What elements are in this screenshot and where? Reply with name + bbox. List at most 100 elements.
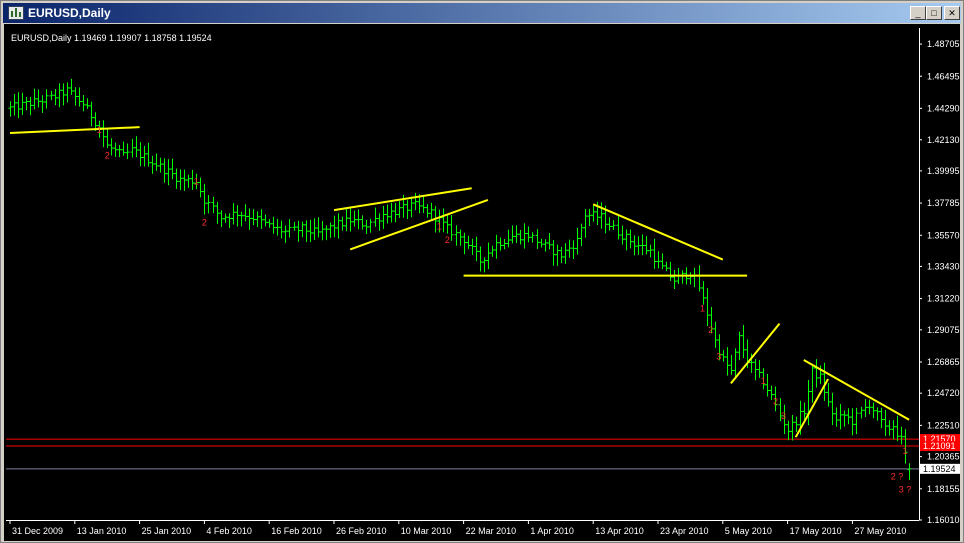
- ohlc-bar: [77, 87, 82, 107]
- ohlc-bar: [324, 225, 329, 241]
- ohlc-bar: [61, 83, 66, 106]
- ohlc-bar: [652, 238, 657, 269]
- ohlc-bar: [668, 261, 673, 281]
- wave-marker: 1: [903, 446, 908, 456]
- date-label: 23 Apr 2010: [660, 526, 709, 536]
- ohlc-bar: [308, 219, 313, 243]
- ohlc-bar: [292, 221, 297, 231]
- ohlc-bar: [826, 383, 831, 407]
- price-tag-label: 1.21091: [923, 441, 956, 451]
- ohlc-bar: [838, 404, 843, 430]
- ohlc-bar: [287, 219, 292, 238]
- ohlc-bar: [397, 201, 402, 218]
- ohlc-bar: [101, 120, 106, 148]
- wave-marker: 2: [202, 218, 207, 228]
- date-label: 31 Dec 2009: [12, 526, 63, 536]
- ohlc-bar: [656, 251, 661, 269]
- ohlc-bar: [794, 416, 799, 432]
- chart-canvas[interactable]: EURUSD,Daily 1.19469 1.19907 1.18758 1.1…: [4, 24, 960, 541]
- ohlc-bar: [522, 223, 527, 249]
- ohlc-bar: [130, 138, 135, 158]
- ohlc-bar: [854, 408, 859, 435]
- ohlc-bar: [620, 225, 625, 245]
- ohlc-bar: [790, 415, 795, 441]
- price-label: 1.26865: [927, 357, 960, 367]
- minimize-button[interactable]: _: [910, 6, 926, 20]
- ohlc-bar: [312, 218, 317, 240]
- ohlc-bar: [644, 236, 649, 255]
- ohlc-bar: [571, 240, 576, 259]
- ohlc-bar: [636, 236, 641, 255]
- ohlc-bar: [616, 215, 621, 240]
- wave-marker: 1: [761, 376, 766, 386]
- date-label: 16 Feb 2010: [271, 526, 322, 536]
- ohlc-bar: [206, 195, 211, 214]
- ohlc-bar: [170, 158, 175, 180]
- ohlc-bar: [28, 96, 33, 116]
- ohlc-bar: [628, 229, 633, 249]
- price-label: 1.20365: [927, 452, 960, 462]
- ohlc-bar: [344, 208, 349, 232]
- maximize-button[interactable]: □: [926, 6, 942, 20]
- ohlc-bar: [166, 159, 171, 186]
- ohlc-bar: [867, 399, 872, 415]
- ohlc-bar: [154, 153, 159, 171]
- ohlc-bar: [142, 145, 147, 167]
- wave-marker: 2: [445, 235, 450, 245]
- ohlc-bar: [162, 158, 167, 183]
- wave-marker: 2: [105, 150, 110, 160]
- close-button[interactable]: ✕: [944, 6, 960, 20]
- wave-marker: 3: [781, 411, 786, 421]
- price-label: 1.37785: [927, 198, 960, 208]
- ohlc-bar: [555, 244, 560, 266]
- ohlc-bar: [73, 87, 78, 106]
- ohlc-bar: [36, 89, 41, 108]
- ohlc-bar: [871, 402, 876, 419]
- ohlc-bar: [498, 237, 503, 251]
- price-label: 1.46495: [927, 71, 960, 81]
- ohlc-bar: [429, 202, 434, 220]
- ohlc-bar: [895, 415, 900, 442]
- ohlc-bar: [543, 239, 548, 252]
- ohlc-bar: [219, 210, 224, 227]
- ohlc-bar: [182, 169, 187, 191]
- wave-marker: 1: [97, 125, 102, 135]
- ohlc-bar: [664, 261, 669, 272]
- ohlc-bar: [320, 220, 325, 241]
- ohlc-bar: [125, 143, 130, 160]
- ohlc-bar: [891, 420, 896, 440]
- ohlc-bar: [174, 168, 179, 189]
- date-label: 5 May 2010: [725, 526, 772, 536]
- ohlc-bar: [40, 95, 45, 113]
- ohlc-bar: [271, 216, 276, 234]
- title-bar[interactable]: EURUSD,Daily _ □ ✕: [3, 3, 961, 23]
- date-label: 4 Feb 2010: [206, 526, 252, 536]
- ohlc-bar: [340, 216, 345, 231]
- ohlc-bar: [697, 265, 702, 292]
- ohlc-bar: [413, 192, 418, 211]
- ohlc-bar: [16, 92, 21, 119]
- wave-marker: 1: [700, 303, 705, 313]
- ohlc-bar: [579, 223, 584, 247]
- ohlc-bar: [279, 220, 284, 239]
- ohlc-bar: [462, 232, 467, 255]
- ohlc-bar: [863, 399, 868, 417]
- ohlc-bar: [202, 183, 207, 215]
- ohlc-bar: [255, 211, 260, 228]
- ohlc-bar: [470, 238, 475, 255]
- ohlc-bar: [478, 246, 483, 272]
- ohlc-bar: [247, 208, 252, 230]
- ohlc-bar: [385, 204, 390, 224]
- ohlc-bar: [296, 220, 301, 242]
- price-chart[interactable]: EURUSD,Daily 1.19469 1.19907 1.18758 1.1…: [4, 24, 960, 541]
- ohlc-bar: [421, 196, 426, 214]
- ohlc-bar: [178, 169, 183, 191]
- ohlc-bar: [907, 463, 912, 480]
- ohlc-bar: [53, 89, 58, 106]
- ohlc-bar: [316, 217, 321, 238]
- ohlc-bar: [458, 229, 463, 246]
- ohlc-bar: [117, 145, 122, 158]
- trendline: [9, 126, 140, 134]
- ohlc-bar: [713, 321, 718, 348]
- wave-marker: 3 ?: [899, 484, 912, 494]
